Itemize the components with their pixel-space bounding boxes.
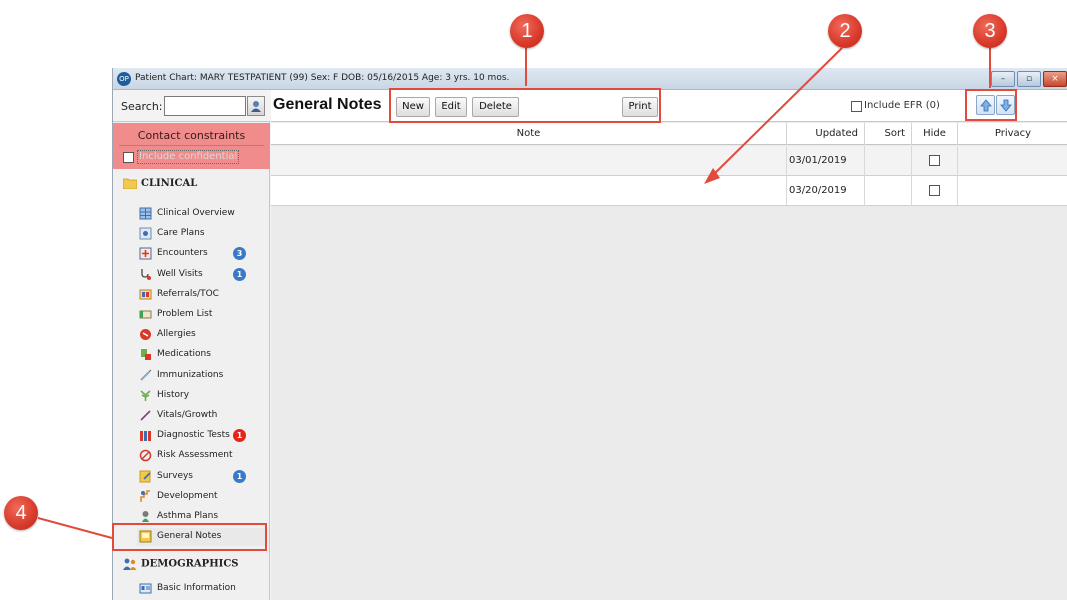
arrow-4 xyxy=(37,517,113,539)
callout-4: 4 xyxy=(4,496,38,530)
arrow-2 xyxy=(709,47,843,179)
callout-arrows xyxy=(37,47,991,539)
callout-1: 1 xyxy=(510,14,544,48)
callout-2: 2 xyxy=(828,14,862,48)
callout-3: 3 xyxy=(973,14,1007,48)
